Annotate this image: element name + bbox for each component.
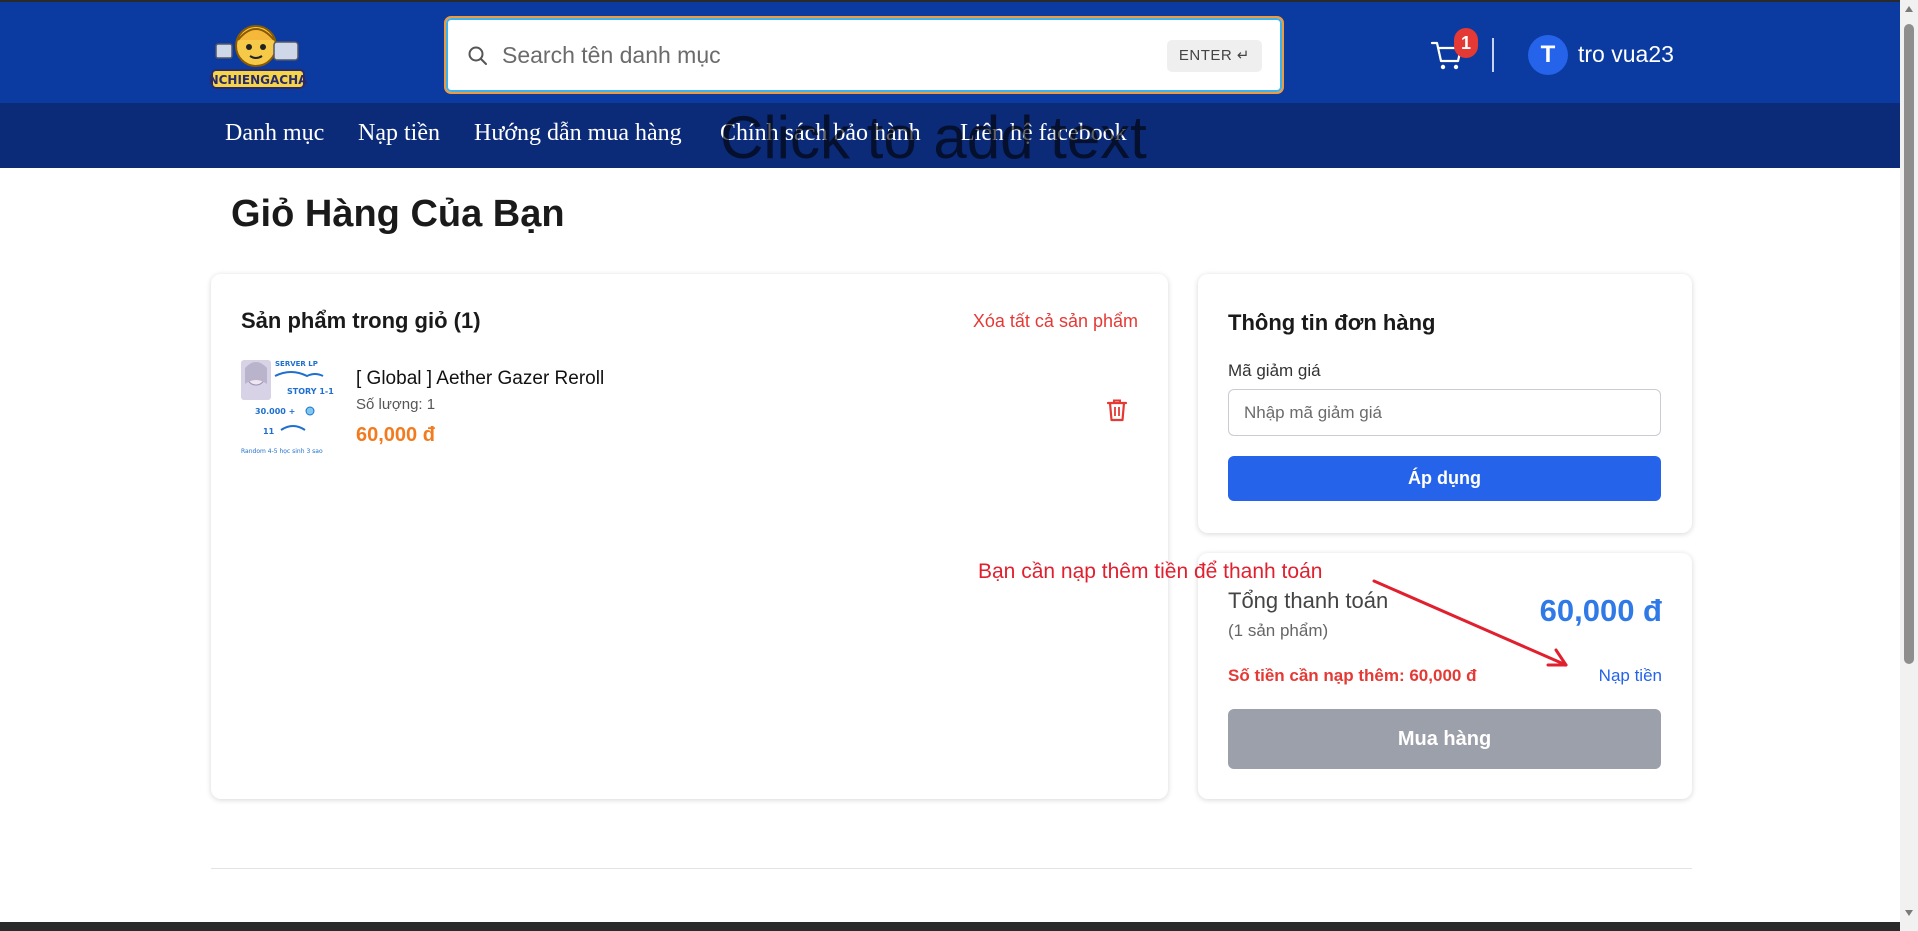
- scroll-down-arrow[interactable]: [1905, 910, 1913, 916]
- user-avatar[interactable]: T: [1528, 35, 1568, 75]
- top-header: NCHIENGACHA Search tên danh mục ENTER ↵ …: [0, 0, 1900, 103]
- enter-key-hint: ENTER ↵: [1166, 40, 1262, 72]
- search-input[interactable]: Search tên danh mục: [502, 42, 721, 69]
- svg-text:NCHIENGACHA: NCHIENGACHA: [209, 73, 308, 87]
- cart-count-badge: 1: [1454, 28, 1478, 58]
- vertical-scrollbar[interactable]: [1900, 0, 1918, 931]
- cart-items-card: Sản phẩm trong giỏ (1) Xóa tất cả sản ph…: [211, 274, 1168, 799]
- trash-icon[interactable]: [1106, 398, 1128, 422]
- order-info-heading: Thông tin đơn hàng: [1228, 310, 1436, 335]
- clear-all-link[interactable]: Xóa tất cả sản phẩm: [973, 311, 1138, 332]
- add-text-overlay[interactable]: Click to add text: [720, 103, 1147, 172]
- scroll-up-arrow[interactable]: [1905, 6, 1913, 12]
- order-info-card: Thông tin đơn hàng Mã giảm giá Áp dụng: [1198, 274, 1692, 533]
- page: NCHIENGACHA Search tên danh mục ENTER ↵ …: [0, 0, 1918, 931]
- nav-item-categories[interactable]: Danh mục: [225, 120, 324, 147]
- thumb-random-text: Random 4-5 học sinh 3 sao: [241, 448, 323, 455]
- total-label: Tổng thanh toán: [1228, 588, 1389, 613]
- username[interactable]: tro vua23: [1578, 41, 1674, 68]
- thumb-story-text: STORY 1-1: [287, 387, 334, 396]
- product-name[interactable]: [ Global ] Aether Gazer Reroll: [356, 368, 604, 390]
- scroll-thumb[interactable]: [1904, 24, 1914, 664]
- annotation-note: Bạn cần nạp thêm tiền để thanh toán: [978, 560, 1323, 583]
- product-price: 60,000 đ: [356, 424, 435, 446]
- buy-button[interactable]: Mua hàng: [1228, 709, 1661, 769]
- bottom-strip: [0, 922, 1900, 931]
- nav-item-guide[interactable]: Hướng dẫn mua hàng: [474, 120, 682, 147]
- cart-items-heading: Sản phẩm trong giỏ (1): [241, 308, 481, 333]
- footer-divider: [211, 868, 1692, 869]
- header-divider: [1492, 38, 1494, 72]
- coupon-label: Mã giảm giá: [1228, 361, 1321, 380]
- product-thumbnail[interactable]: SERVER LP STORY 1-1 30.000 + 11 Random 4…: [241, 358, 342, 458]
- nav-item-topup[interactable]: Nạp tiền: [358, 120, 440, 147]
- thumb-server-text: SERVER LP: [275, 360, 318, 368]
- site-logo[interactable]: NCHIENGACHA: [208, 14, 308, 94]
- page-title: Giỏ Hàng Của Bạn: [231, 193, 565, 235]
- thumb-price-text: 30.000 +: [255, 407, 295, 416]
- annotation-arrow: [1372, 579, 1568, 667]
- apply-coupon-button[interactable]: Áp dụng: [1228, 456, 1661, 501]
- total-item-count: (1 sản phẩm): [1228, 621, 1329, 640]
- search-bar[interactable]: Search tên danh mục ENTER ↵: [444, 16, 1284, 94]
- thumb-count-text: 11: [263, 427, 275, 436]
- coupon-input[interactable]: [1228, 389, 1661, 436]
- search-icon: [468, 46, 487, 65]
- topup-link[interactable]: Nạp tiền: [1599, 666, 1662, 686]
- product-quantity: Số lượng: 1: [356, 396, 436, 413]
